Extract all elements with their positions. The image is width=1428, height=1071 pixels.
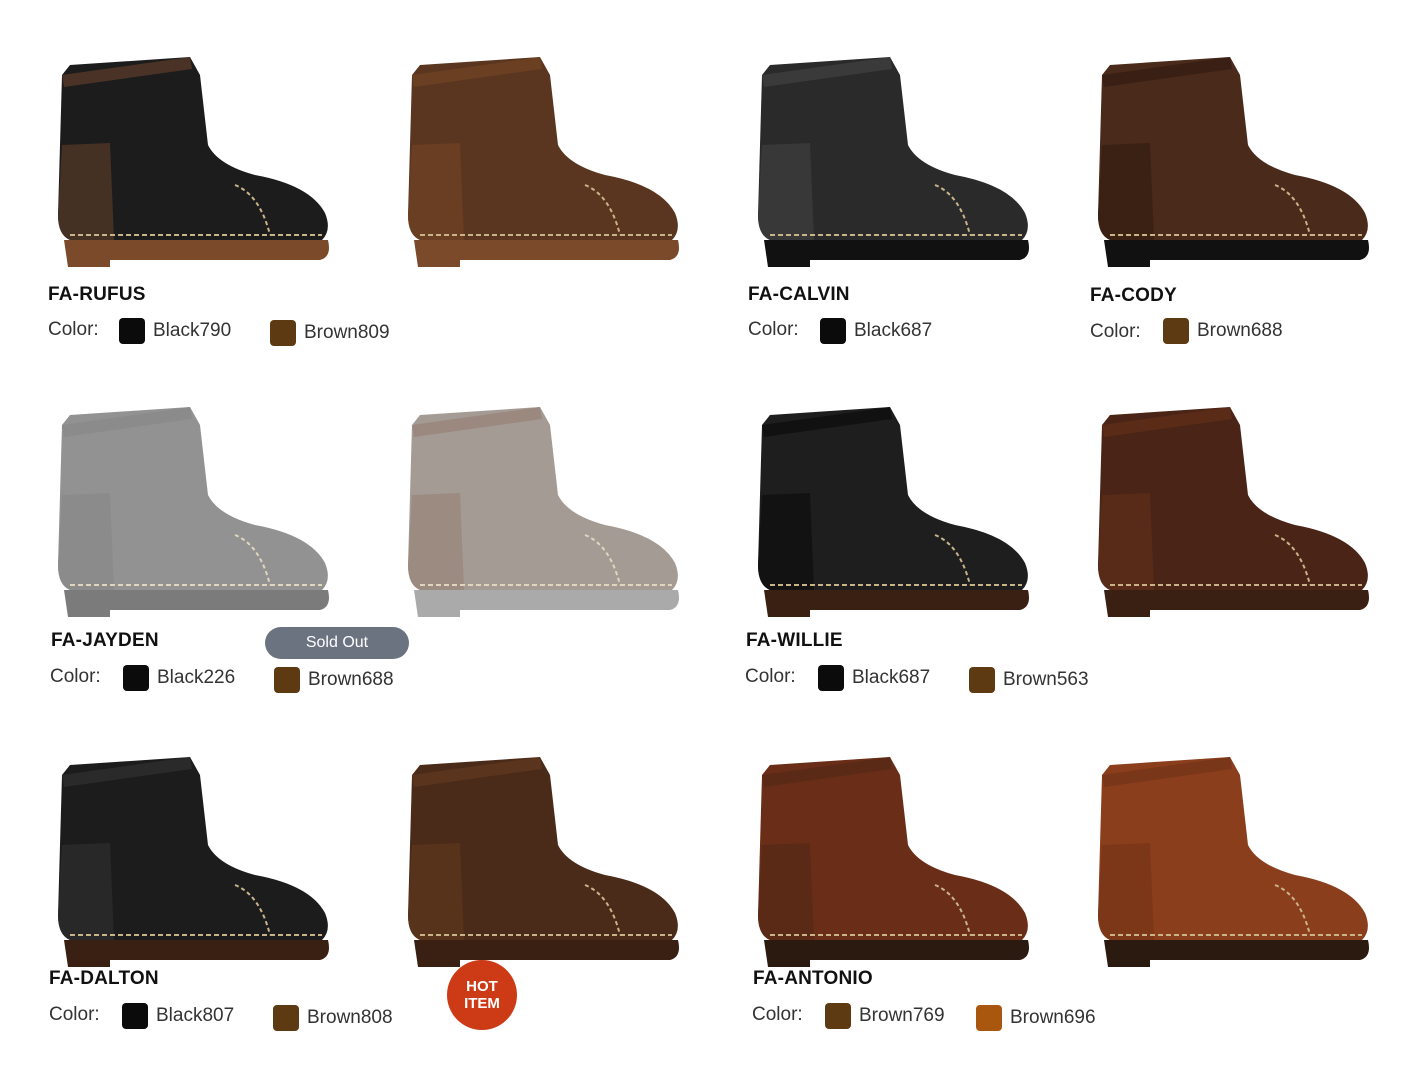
color-swatch-brown688[interactable]: Brown688 [1163,318,1283,344]
color-chip [820,318,846,344]
color-swatch-black687[interactable]: Black687 [820,318,932,344]
color-swatch-brown809[interactable]: Brown809 [270,320,390,346]
color-chip [119,318,145,344]
color-swatch-black790[interactable]: Black790 [119,318,231,344]
color-swatch-label: Brown688 [308,669,394,690]
color-swatch-label: Brown809 [304,322,390,343]
color-label: Color: [1090,321,1141,342]
black-side-zip-boot-image[interactable] [740,385,1040,645]
color-swatch-label: Brown769 [859,1005,945,1026]
color-swatch-black807[interactable]: Black807 [122,1003,234,1029]
black-chelsea-boot-image[interactable] [40,385,340,645]
color-chip [274,667,300,693]
color-swatch-black226[interactable]: Black226 [123,665,235,691]
color-chip [273,1005,299,1031]
color-swatch-label: Brown808 [307,1007,393,1028]
hot-badge-line1: HOT [466,978,498,995]
brown-chelsea-boot-image[interactable] [390,385,690,645]
product-name-antonio[interactable]: FA-ANTONIO [753,968,873,990]
product-name-willie[interactable]: FA-WILLIE [746,630,843,652]
black-buckle-boot-image[interactable] [40,735,340,995]
product-name-jayden[interactable]: FA-JAYDEN [51,630,159,652]
color-label: Color: [50,666,101,687]
color-swatch-label: Black687 [854,320,933,341]
color-chip [122,1003,148,1029]
color-swatch-label: Brown688 [1197,320,1283,341]
color-swatch-label: Black687 [852,667,931,688]
black-combat-boot-image[interactable] [740,35,1040,295]
sold-out-badge: Sold Out [265,627,409,659]
color-label: Color: [49,1004,100,1025]
hot-badge-line2: ITEM [464,995,500,1012]
brown-strap-boot-image[interactable] [740,735,1040,995]
color-label: Color: [48,319,99,340]
brown-side-zip-boot-image[interactable] [1080,385,1380,645]
color-label: Color: [748,319,799,340]
color-swatch-label: Black226 [157,667,236,688]
brown-lace-up-boot-image[interactable] [390,35,690,295]
color-swatch-black687[interactable]: Black687 [818,665,930,691]
tan-strap-boot-image[interactable] [1080,735,1380,995]
color-chip [969,667,995,693]
color-chip [976,1005,1002,1031]
product-name-rufus[interactable]: FA-RUFUS [48,284,146,306]
color-swatch-brown769[interactable]: Brown769 [825,1003,945,1029]
hot-item-badge: HOT ITEM [447,960,517,1030]
product-name-cody[interactable]: FA-CODY [1090,285,1177,307]
black-lace-up-boot-image[interactable] [40,35,340,295]
color-swatch-brown563[interactable]: Brown563 [969,667,1089,693]
color-label: Color: [752,1004,803,1025]
product-name-dalton[interactable]: FA-DALTON [49,968,159,990]
color-swatch-label: Black790 [153,320,232,341]
color-chip [270,320,296,346]
brown-buckle-boot-image[interactable] [390,735,690,995]
product-name-calvin[interactable]: FA-CALVIN [748,284,850,306]
color-swatch-brown696[interactable]: Brown696 [976,1005,1096,1031]
color-swatch-brown808[interactable]: Brown808 [273,1005,393,1031]
color-chip [825,1003,851,1029]
color-swatch-brown688[interactable]: Brown688 [274,667,394,693]
color-swatch-label: Brown696 [1010,1007,1096,1028]
brown-zip-boot-image[interactable] [1080,35,1380,295]
color-swatch-label: Brown563 [1003,669,1089,690]
color-label: Color: [745,666,796,687]
color-swatch-label: Black807 [156,1005,235,1026]
color-chip [1163,318,1189,344]
color-chip [123,665,149,691]
color-chip [818,665,844,691]
